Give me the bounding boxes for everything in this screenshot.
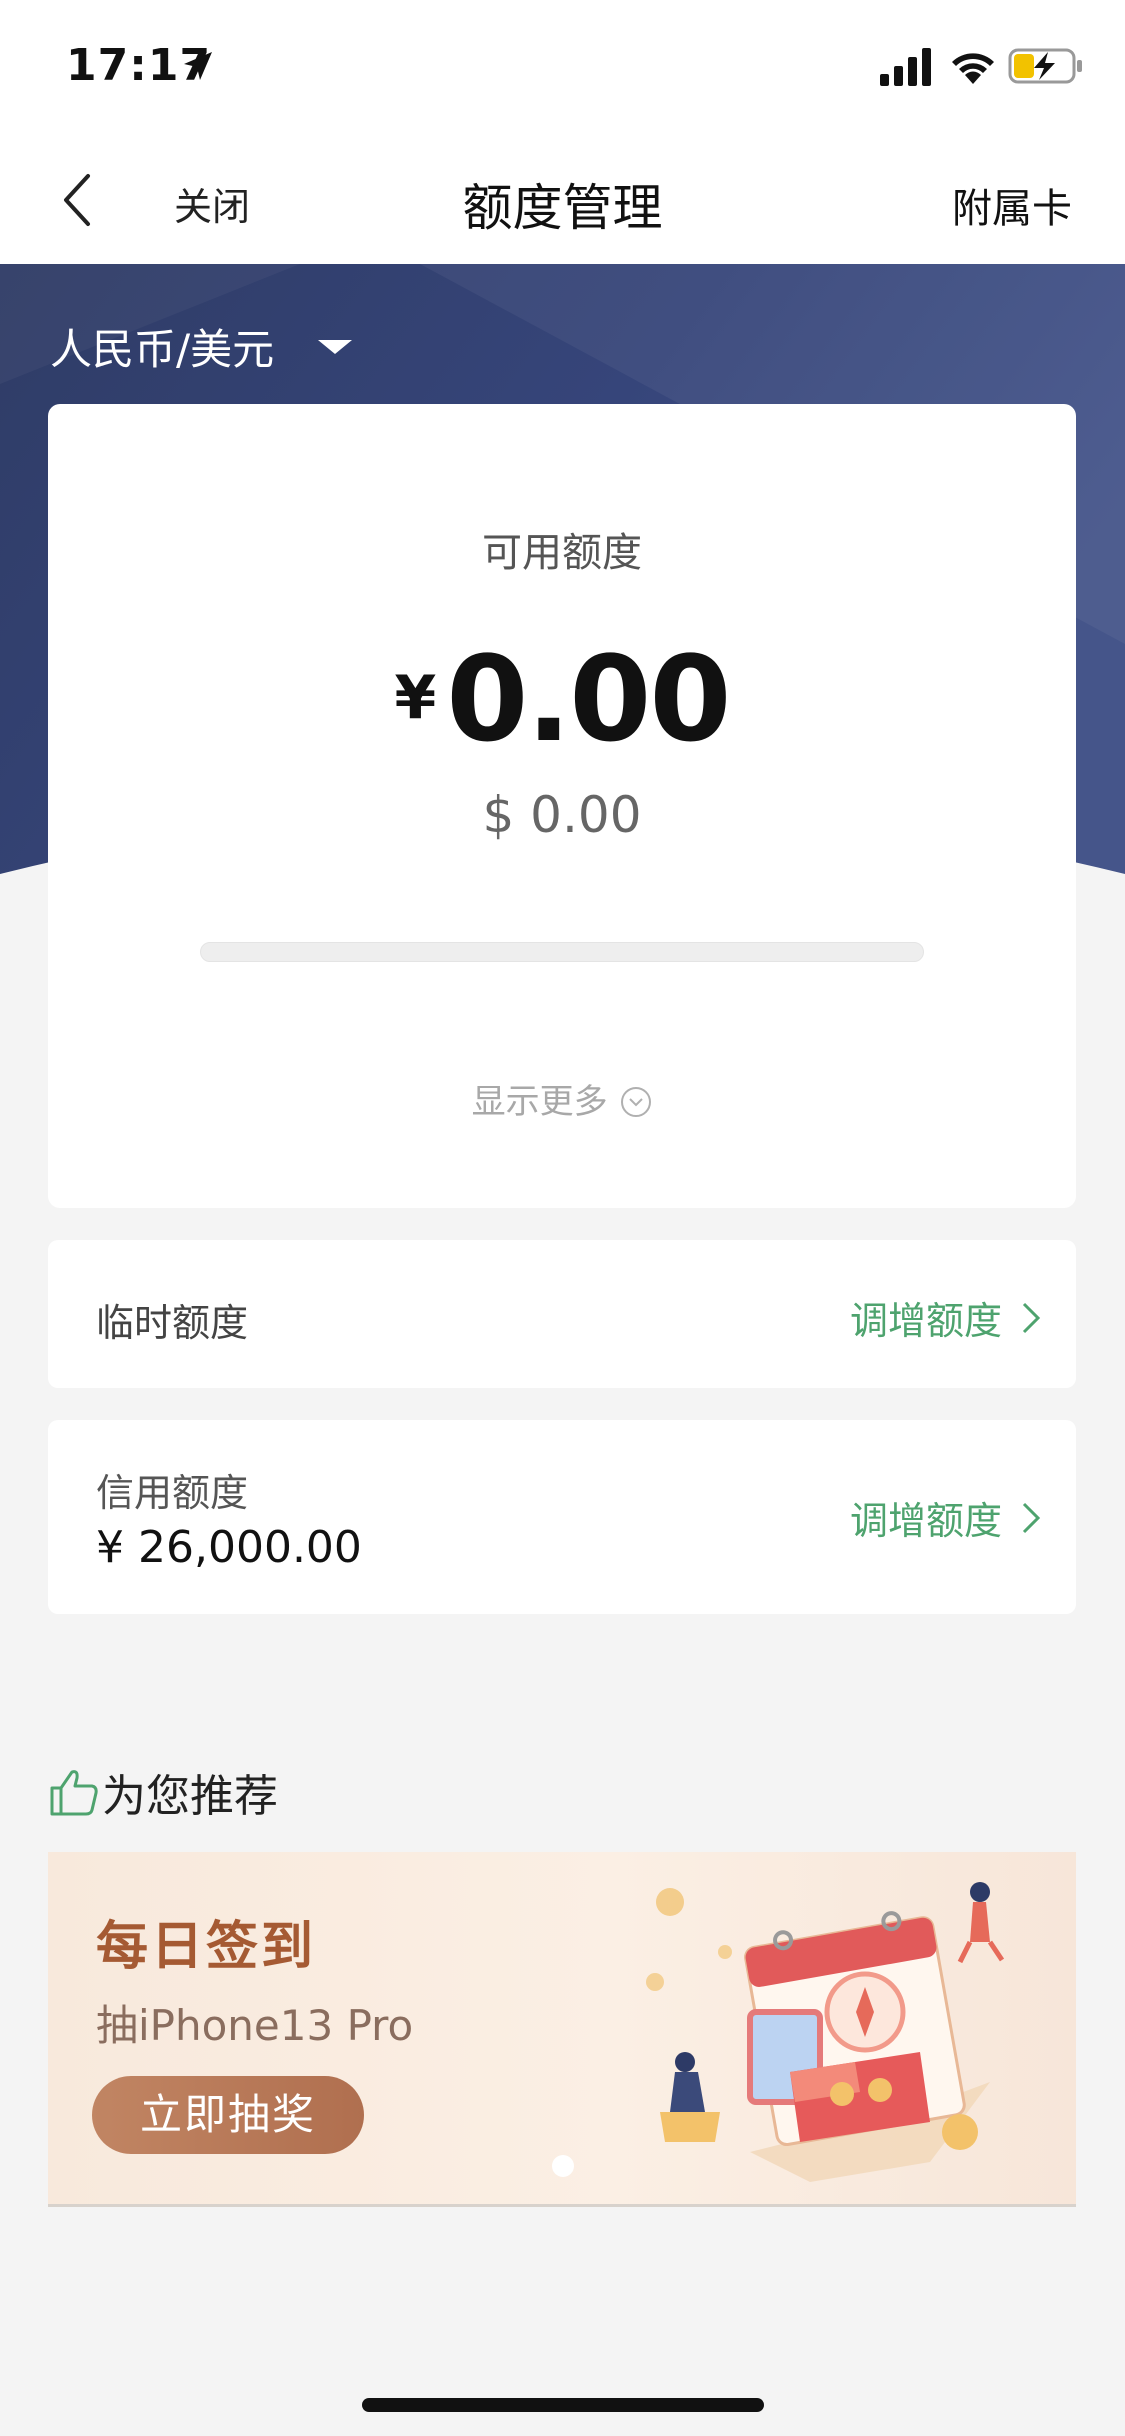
available-cny-amount: ¥0.00 xyxy=(48,630,1076,768)
cny-symbol: ¥ xyxy=(394,663,437,733)
show-more-button[interactable]: 显示更多 xyxy=(48,1074,1076,1123)
location-arrow-icon xyxy=(184,52,212,80)
cellular-signal-icon xyxy=(880,48,931,86)
calendar-gift-illustration xyxy=(646,1882,1005,2182)
credit-limit-label: 信用额度 xyxy=(96,1471,249,1515)
currency-label: 人民币/美元 xyxy=(50,325,275,374)
adjust-label: 调增额度 xyxy=(850,1299,1003,1343)
dropdown-caret-icon xyxy=(318,339,353,354)
battery-charging-icon xyxy=(1008,48,1082,84)
home-indicator xyxy=(362,2398,764,2412)
credit-limit-adjust-button[interactable]: 调增额度 xyxy=(850,1490,1042,1545)
temporary-limit-adjust-button[interactable]: 调增额度 xyxy=(850,1290,1042,1345)
credit-limit-value: ¥ 26,000.00 xyxy=(96,1522,362,1573)
chevron-down-circle-icon xyxy=(621,1087,652,1117)
recommendation-header: 为您推荐 xyxy=(48,1760,278,1824)
cny-value: 0.00 xyxy=(446,630,731,768)
temporary-limit-label: 临时额度 xyxy=(96,1301,249,1345)
carousel-indicator-dot xyxy=(552,2155,574,2177)
limit-usage-progress-bar xyxy=(200,942,924,962)
wifi-icon xyxy=(952,53,994,84)
supplementary-card-button[interactable]: 附属卡 xyxy=(952,176,1072,234)
draw-now-button[interactable]: 立即抽奖 xyxy=(92,2076,364,2154)
available-usd-amount: $ 0.00 xyxy=(482,786,642,844)
promo-subtitle: 抽iPhone13 Pro xyxy=(96,2001,414,2050)
available-limit-label: 可用额度 xyxy=(482,530,642,576)
recommendation-title: 为您推荐 xyxy=(102,1771,278,1822)
promo-title: 每日签到 xyxy=(96,1917,317,1977)
show-more-label: 显示更多 xyxy=(471,1082,608,1122)
chevron-right-icon xyxy=(1022,1302,1041,1333)
currency-selector[interactable]: 人民币/美元 xyxy=(50,316,353,377)
adjust-label: 调增额度 xyxy=(850,1499,1003,1543)
thumbs-up-icon xyxy=(50,1770,98,1816)
chevron-right-icon xyxy=(1022,1502,1041,1533)
